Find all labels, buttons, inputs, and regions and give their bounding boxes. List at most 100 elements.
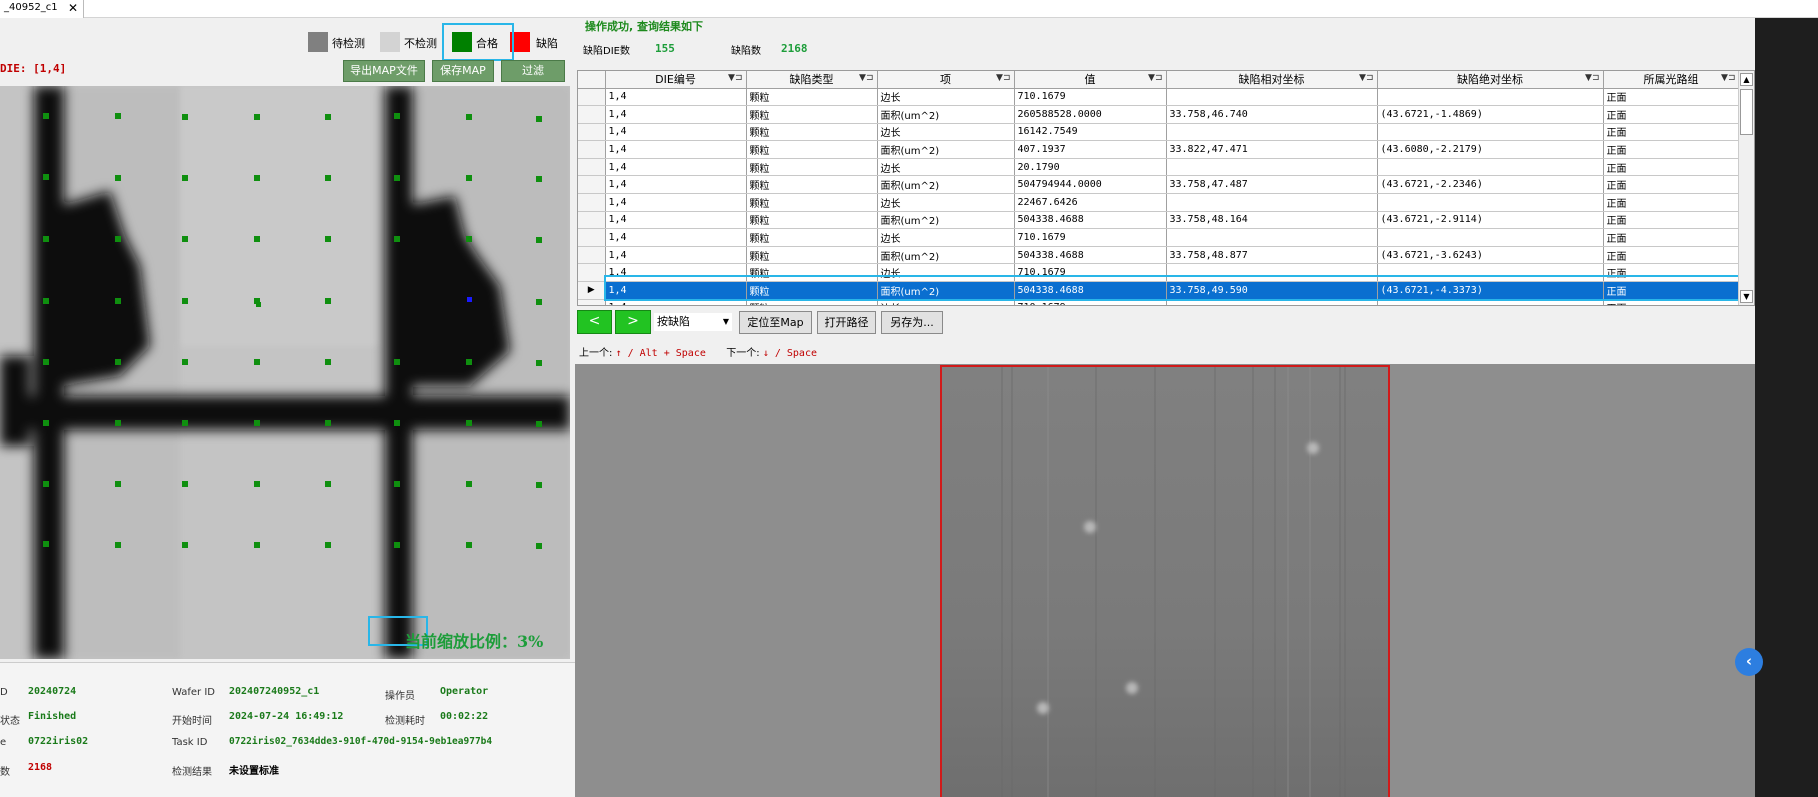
locate-to-map-button[interactable]: 定位至Map <box>739 311 812 334</box>
table-cell[interactable]: 正面 <box>1603 140 1740 159</box>
table-row[interactable]: 1,4颗粒边长710.1679 正面 <box>578 263 1740 283</box>
table-cell[interactable]: 22467.6426 <box>1014 193 1167 212</box>
table-cell[interactable]: 颗粒 <box>746 281 878 300</box>
table-cell[interactable] <box>1166 88 1378 107</box>
filter-button[interactable]: 过滤 <box>501 60 565 82</box>
table-row[interactable]: 1,4颗粒边长710.1679 正面 <box>578 228 1740 247</box>
table-cell[interactable]: 407.1937 <box>1014 140 1167 159</box>
table-cell[interactable]: 504338.4688 <box>1014 281 1167 300</box>
table-cell[interactable] <box>1166 263 1378 283</box>
table-cell[interactable]: 正面 <box>1603 158 1740 177</box>
table-cell[interactable]: 边长 <box>877 228 1015 247</box>
table-cell[interactable]: 504794944.0000 <box>1014 175 1167 195</box>
filter-icon[interactable]: ▼⊐ <box>1585 73 1599 83</box>
filter-icon[interactable]: ▼⊐ <box>1359 73 1373 83</box>
table-row[interactable]: ▶ 1,4 颗粒 面积(um^2) 504338.4688 33.758,49.590 (4… <box>578 281 1740 300</box>
row-header[interactable] <box>578 228 606 247</box>
table-cell[interactable]: (43.6721,-2.2346) <box>1377 175 1604 195</box>
table-cell[interactable]: 颗粒 <box>746 263 878 283</box>
table-cell[interactable]: (43.6721,-3.6243) <box>1377 246 1604 265</box>
table-cell[interactable] <box>1166 158 1378 177</box>
table-cell[interactable] <box>1166 299 1378 305</box>
table-cell[interactable] <box>1377 158 1604 177</box>
table-row[interactable]: 1,4 颗粒 面积(um^2) 260588528.0000 33.758,46.740… <box>578 105 1740 124</box>
table-cell[interactable]: 1,4 <box>605 299 747 305</box>
table-cell[interactable]: 504338.4688 <box>1014 246 1167 265</box>
table-cell[interactable]: 33.822,47.471 <box>1166 140 1378 159</box>
row-header[interactable] <box>578 299 606 305</box>
document-tab[interactable]: _40952_c1 ✕ <box>0 0 84 18</box>
table-cell[interactable] <box>1377 123 1604 142</box>
table-cell[interactable]: (43.6721,-1.4869) <box>1377 105 1604 124</box>
table-cell[interactable]: 正面 <box>1603 88 1740 107</box>
table-cell[interactable] <box>1166 193 1378 212</box>
table-cell[interactable] <box>1377 193 1604 212</box>
table-cell[interactable]: 710.1679 <box>1014 88 1167 107</box>
table-cell[interactable]: 1,4 <box>605 246 747 265</box>
row-header[interactable] <box>578 123 606 142</box>
row-header[interactable] <box>578 158 606 177</box>
filter-icon[interactable]: ▼⊐ <box>728 73 742 83</box>
table-cell[interactable]: 1,4 <box>605 211 747 230</box>
table-cell[interactable]: 1,4 <box>605 228 747 247</box>
table-cell[interactable]: 正面 <box>1603 123 1740 142</box>
table-cell[interactable]: 面积(um^2) <box>877 105 1015 124</box>
table-cell[interactable]: 1,4 <box>605 105 747 124</box>
row-header[interactable] <box>578 211 606 230</box>
filter-icon[interactable]: ▼⊐ <box>859 73 873 83</box>
table-cell[interactable]: 边长 <box>877 193 1015 212</box>
table-cell[interactable]: 正面 <box>1603 193 1740 212</box>
table-row[interactable]: 1,4 颗粒 边长 16142.7549 正面 <box>578 123 1740 142</box>
table-cell[interactable]: 1,4 <box>605 281 747 300</box>
row-header[interactable] <box>578 246 606 265</box>
defect-table[interactable]: DIE编号 ▼⊐ 缺陷类型 ▼⊐ 项 ▼⊐ 值 ▼⊐ 缺陷相对坐标 ▼⊐ 缺陷绝对坐标 ▼⊐… <box>577 70 1755 306</box>
column-header-relative-coord[interactable]: 缺陷相对坐标 ▼⊐ <box>1166 71 1378 89</box>
column-header-optical-group[interactable]: 所属光路组 ▼⊐ <box>1603 71 1740 89</box>
table-cell[interactable]: 33.758,48.877 <box>1166 246 1378 265</box>
chevron-down-icon[interactable]: ▼ <box>723 313 729 331</box>
scroll-thumb[interactable] <box>1740 89 1753 135</box>
table-cell[interactable]: (43.6721,-4.3373) <box>1377 281 1604 300</box>
scroll-down-icon[interactable]: ▼ <box>1740 290 1753 303</box>
filter-icon[interactable]: ▼⊐ <box>996 73 1010 83</box>
row-header[interactable] <box>578 88 606 107</box>
export-map-button[interactable]: 导出MAP文件 <box>343 60 425 82</box>
table-cell[interactable]: 颗粒 <box>746 158 878 177</box>
filter-icon[interactable]: ▼⊐ <box>1721 73 1735 83</box>
wafer-map-view[interactable]: 当前缩放比例：3% <box>0 86 570 659</box>
table-cell[interactable]: 面积(um^2) <box>877 211 1015 230</box>
collapse-sidebar-icon[interactable]: ‹ <box>1735 648 1763 676</box>
table-cell[interactable]: 1,4 <box>605 140 747 159</box>
table-cell[interactable]: 710.1679 <box>1014 299 1167 305</box>
table-cell[interactable]: 边长 <box>877 88 1015 107</box>
column-header-defect-type[interactable]: 缺陷类型 ▼⊐ <box>746 71 878 89</box>
table-cell[interactable] <box>1166 228 1378 247</box>
table-cell[interactable] <box>1377 88 1604 107</box>
column-header-item[interactable]: 项 ▼⊐ <box>877 71 1015 89</box>
row-header[interactable] <box>578 175 606 195</box>
table-row[interactable]: 1,4 颗粒 面积(um^2) 504338.4688 33.758,48.164 (43… <box>578 211 1740 230</box>
table-cell[interactable]: 颗粒 <box>746 140 878 159</box>
table-cell[interactable] <box>1377 299 1604 305</box>
open-path-button[interactable]: 打开路径 <box>817 311 876 334</box>
table-cell[interactable]: 颗粒 <box>746 299 878 305</box>
row-header[interactable]: ▶ <box>578 281 606 300</box>
table-cell[interactable] <box>1377 263 1604 283</box>
table-cell[interactable]: 颗粒 <box>746 193 878 212</box>
table-cell[interactable]: 正面 <box>1603 105 1740 124</box>
navigation-mode-select[interactable]: 按缺陷 ▼ <box>653 312 733 332</box>
column-header-absolute-coord[interactable]: 缺陷绝对坐标 ▼⊐ <box>1377 71 1604 89</box>
table-cell[interactable]: 边长 <box>877 299 1015 305</box>
table-cell[interactable]: 正面 <box>1603 263 1740 283</box>
close-icon[interactable]: ✕ <box>68 0 78 16</box>
table-cell[interactable]: 16142.7549 <box>1014 123 1167 142</box>
table-cell[interactable]: 504338.4688 <box>1014 211 1167 230</box>
table-row[interactable]: 1,4 颗粒 边长 22467.6426 正面 <box>578 193 1740 212</box>
row-header[interactable] <box>578 263 606 283</box>
table-cell[interactable]: 颗粒 <box>746 228 878 247</box>
table-cell[interactable]: (43.6080,-2.2179) <box>1377 140 1604 159</box>
table-cell[interactable]: 颗粒 <box>746 246 878 265</box>
table-cell[interactable]: 颗粒 <box>746 105 878 124</box>
table-cell[interactable]: 33.758,46.740 <box>1166 105 1378 124</box>
table-cell[interactable]: 边长 <box>877 123 1015 142</box>
